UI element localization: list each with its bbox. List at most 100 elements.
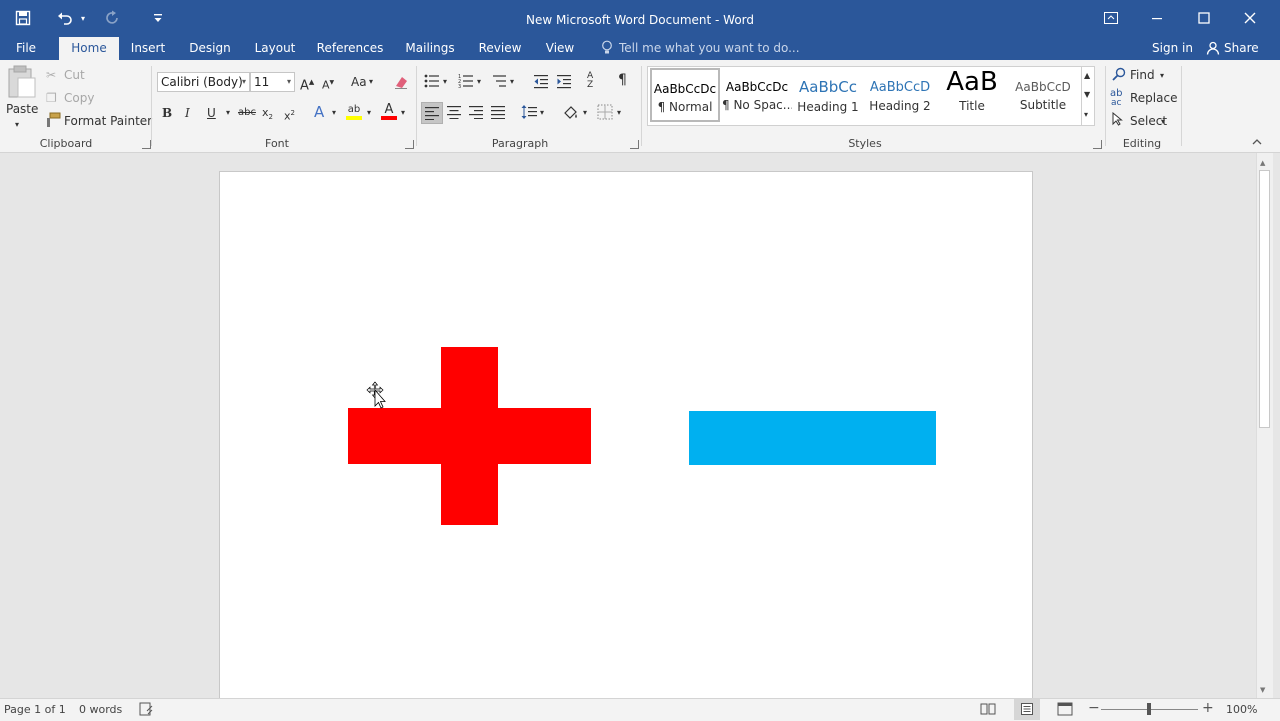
style-heading-2[interactable]: AaBbCcD Heading 2 xyxy=(865,68,935,122)
decrease-indent-icon[interactable] xyxy=(533,73,549,93)
zoom-out-icon[interactable]: − xyxy=(1088,700,1100,716)
web-layout-icon[interactable] xyxy=(1057,702,1073,719)
text-effects-icon[interactable]: A xyxy=(314,104,324,120)
sort-icon[interactable]: AZ xyxy=(587,72,593,90)
tab-layout[interactable]: Layout xyxy=(250,37,300,60)
change-case-dropdown-icon[interactable]: ▾ xyxy=(369,74,373,90)
paragraph-launcher-icon[interactable] xyxy=(630,140,639,149)
numbering-icon[interactable]: 123 xyxy=(458,73,474,93)
tab-design[interactable]: Design xyxy=(184,37,236,60)
numbering-dropdown-icon[interactable]: ▾ xyxy=(477,74,481,90)
proofing-icon[interactable] xyxy=(139,702,153,719)
print-layout-button[interactable] xyxy=(1014,699,1040,720)
tab-home[interactable]: Home xyxy=(59,37,119,60)
minus-shape[interactable] xyxy=(689,411,936,465)
find-dropdown-icon[interactable]: ▾ xyxy=(1160,68,1164,84)
highlight-icon[interactable]: ab xyxy=(346,102,362,120)
tab-mailings[interactable]: Mailings xyxy=(400,37,460,60)
tab-insert[interactable]: Insert xyxy=(126,37,170,60)
maximize-icon[interactable] xyxy=(1195,8,1213,28)
zoom-in-icon[interactable]: + xyxy=(1202,700,1214,716)
share-person-icon[interactable] xyxy=(1206,41,1220,58)
minimize-icon[interactable] xyxy=(1148,8,1166,28)
read-mode-icon[interactable] xyxy=(980,702,996,719)
font-size-combo[interactable]: 11 ▾ xyxy=(250,72,295,92)
show-formatting-marks-icon[interactable]: ¶ xyxy=(618,72,627,88)
bold-icon[interactable]: B xyxy=(162,105,172,121)
style-heading-1[interactable]: AaBbCc Heading 1 xyxy=(793,68,863,122)
scroll-thumb[interactable] xyxy=(1259,170,1270,428)
replace-button[interactable]: Replace xyxy=(1130,91,1177,105)
styles-down-icon[interactable]: ▼ xyxy=(1084,87,1090,103)
paste-button[interactable]: Paste xyxy=(6,102,38,116)
tab-review[interactable]: Review xyxy=(475,37,525,60)
close-icon[interactable] xyxy=(1241,8,1259,28)
divider xyxy=(416,66,417,146)
paste-icon[interactable] xyxy=(7,65,37,102)
align-right-icon[interactable] xyxy=(469,105,483,123)
select-dropdown-icon[interactable]: ▾ xyxy=(1161,114,1165,130)
scroll-down-icon[interactable]: ▼ xyxy=(1260,682,1265,698)
shrink-font-icon[interactable]: A▼ xyxy=(322,75,334,94)
ribbon-display-options-icon[interactable] xyxy=(1102,8,1120,28)
borders-icon[interactable] xyxy=(597,104,613,124)
underline-icon[interactable]: U xyxy=(207,105,216,121)
font-name-combo[interactable]: Calibri (Body) ▾ xyxy=(157,72,250,92)
style-title[interactable]: AaB Title xyxy=(937,68,1007,122)
highlight-dropdown-icon[interactable]: ▾ xyxy=(367,105,371,121)
tab-view[interactable]: View xyxy=(540,37,580,60)
shading-dropdown-icon[interactable]: ▾ xyxy=(583,105,587,121)
grow-font-icon[interactable]: A▲ xyxy=(300,74,314,94)
share-button[interactable]: Share xyxy=(1224,41,1259,55)
style-subtitle[interactable]: AaBbCcD Subtitle xyxy=(1008,68,1078,122)
zoom-slider-thumb[interactable] xyxy=(1147,703,1151,715)
line-spacing-icon[interactable] xyxy=(521,104,537,124)
styles-launcher-icon[interactable] xyxy=(1093,140,1102,149)
page-count[interactable]: Page 1 of 1 xyxy=(4,703,66,716)
style-name: Heading 2 xyxy=(869,99,931,113)
line-spacing-dropdown-icon[interactable]: ▾ xyxy=(540,105,544,121)
align-center-icon[interactable] xyxy=(447,105,461,123)
sign-in-link[interactable]: Sign in xyxy=(1152,41,1193,55)
strikethrough-icon[interactable]: abc xyxy=(238,105,256,121)
change-case-icon[interactable]: Aa xyxy=(351,74,367,90)
font-color-dropdown-icon[interactable]: ▾ xyxy=(401,105,405,121)
collapse-ribbon-icon[interactable] xyxy=(1252,136,1262,152)
word-count[interactable]: 0 words xyxy=(79,703,122,716)
copy-button[interactable]: Copy xyxy=(64,91,94,105)
paste-dropdown-icon[interactable]: ▾ xyxy=(15,117,19,133)
italic-icon[interactable]: I xyxy=(185,105,190,121)
font-launcher-icon[interactable] xyxy=(405,140,414,149)
bullets-dropdown-icon[interactable]: ▾ xyxy=(443,74,447,90)
font-name-value: Calibri (Body) xyxy=(161,75,243,89)
text-effects-dropdown-icon[interactable]: ▾ xyxy=(332,105,336,121)
font-color-icon[interactable]: A xyxy=(381,102,397,120)
underline-dropdown-icon[interactable]: ▾ xyxy=(226,105,230,121)
tab-file[interactable]: File xyxy=(6,37,46,60)
justify-icon[interactable] xyxy=(491,105,505,123)
plus-shape[interactable] xyxy=(348,347,592,525)
superscript-icon[interactable]: x2 xyxy=(284,105,295,125)
cut-button[interactable]: Cut xyxy=(64,68,85,82)
multilevel-dropdown-icon[interactable]: ▾ xyxy=(510,74,514,90)
vertical-scrollbar[interactable]: ▲ ▼ xyxy=(1256,153,1273,698)
format-painter-button[interactable]: Format Painter xyxy=(64,114,152,128)
shading-icon[interactable] xyxy=(563,104,579,124)
align-left-button[interactable] xyxy=(421,102,443,124)
bullets-icon[interactable] xyxy=(424,73,440,93)
subscript-icon[interactable]: x2 xyxy=(262,105,273,125)
zoom-level[interactable]: 100% xyxy=(1226,703,1257,716)
increase-indent-icon[interactable] xyxy=(556,73,572,93)
find-button[interactable]: Find xyxy=(1130,68,1155,82)
style-normal[interactable]: AaBbCcDc ¶ Normal xyxy=(650,68,720,122)
scroll-up-icon[interactable]: ▲ xyxy=(1260,155,1265,171)
tab-references[interactable]: References xyxy=(315,37,385,60)
multilevel-list-icon[interactable] xyxy=(492,73,508,93)
styles-more-icon[interactable]: ▾ xyxy=(1084,107,1088,123)
borders-dropdown-icon[interactable]: ▾ xyxy=(617,105,621,121)
clear-formatting-icon[interactable] xyxy=(393,74,409,94)
tell-me-search[interactable]: Tell me what you want to do... xyxy=(619,41,800,55)
clipboard-launcher-icon[interactable] xyxy=(142,140,151,149)
styles-up-icon[interactable]: ▲ xyxy=(1084,68,1090,84)
style-no-spacing[interactable]: AaBbCcDc ¶ No Spac... xyxy=(722,68,792,122)
